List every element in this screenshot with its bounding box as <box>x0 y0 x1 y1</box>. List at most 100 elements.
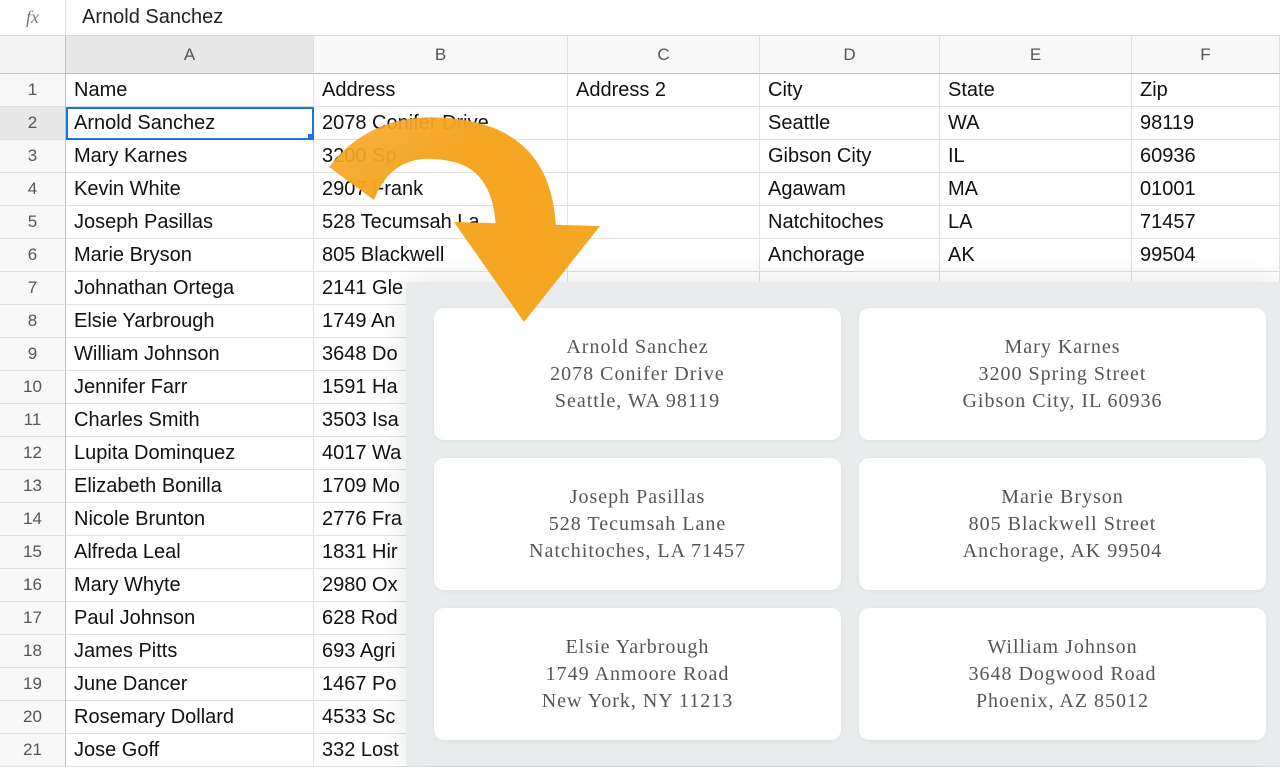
row-header[interactable]: 10 <box>0 371 66 404</box>
cell[interactable]: 528 Tecumsah La <box>314 206 568 239</box>
cell[interactable]: James Pitts <box>66 635 314 668</box>
row-header[interactable]: 8 <box>0 305 66 338</box>
cell[interactable] <box>568 239 760 272</box>
label-name: William Johnson <box>987 634 1137 661</box>
label-name: Elsie Yarbrough <box>566 634 710 661</box>
cell[interactable]: 2078 Conifer Drive <box>314 107 568 140</box>
label-address: 3648 Dogwood Road <box>968 661 1156 688</box>
row-header[interactable]: 18 <box>0 635 66 668</box>
cell[interactable]: Arnold Sanchez <box>66 107 314 140</box>
address-label-card: William Johnson3648 Dogwood RoadPhoenix,… <box>859 608 1266 740</box>
cell[interactable]: WA <box>940 107 1132 140</box>
address-label-card: Marie Bryson805 Blackwell StreetAnchorag… <box>859 458 1266 590</box>
row-header[interactable]: 14 <box>0 503 66 536</box>
row-header[interactable]: 6 <box>0 239 66 272</box>
label-address: 2078 Conifer Drive <box>550 361 725 388</box>
row-header[interactable]: 16 <box>0 569 66 602</box>
cell[interactable]: IL <box>940 140 1132 173</box>
cell[interactable]: Seattle <box>760 107 940 140</box>
row-header[interactable]: 1 <box>0 74 66 107</box>
cell[interactable]: Elsie Yarbrough <box>66 305 314 338</box>
row-header[interactable]: 5 <box>0 206 66 239</box>
col-header-E[interactable]: E <box>940 36 1132 74</box>
cell[interactable]: AK <box>940 239 1132 272</box>
row-header[interactable]: 9 <box>0 338 66 371</box>
cell[interactable]: Mary Karnes <box>66 140 314 173</box>
address-label-card: Mary Karnes3200 Spring StreetGibson City… <box>859 308 1266 440</box>
cell[interactable]: Address 2 <box>568 74 760 107</box>
cell[interactable]: Address <box>314 74 568 107</box>
cell[interactable]: 60936 <box>1132 140 1280 173</box>
cell[interactable]: Jose Goff <box>66 734 314 767</box>
cell[interactable]: Lupita Dominquez <box>66 437 314 470</box>
cell[interactable]: Paul Johnson <box>66 602 314 635</box>
cell[interactable]: 805 Blackwell <box>314 239 568 272</box>
cell[interactable]: Nicole Brunton <box>66 503 314 536</box>
cell[interactable]: Anchorage <box>760 239 940 272</box>
cell[interactable]: MA <box>940 173 1132 206</box>
cell[interactable]: Gibson City <box>760 140 940 173</box>
label-address: 805 Blackwell Street <box>969 511 1157 538</box>
row-header[interactable]: 12 <box>0 437 66 470</box>
cell[interactable]: 01001 <box>1132 173 1280 206</box>
cell[interactable]: LA <box>940 206 1132 239</box>
col-header-F[interactable]: F <box>1132 36 1280 74</box>
address-label-card: Joseph Pasillas528 Tecumsah LaneNatchito… <box>434 458 841 590</box>
select-all-corner[interactable] <box>0 36 66 74</box>
cell[interactable]: Zip <box>1132 74 1280 107</box>
cell[interactable] <box>568 173 760 206</box>
cell[interactable]: Alfreda Leal <box>66 536 314 569</box>
cell[interactable]: June Dancer <box>66 668 314 701</box>
row-header[interactable]: 13 <box>0 470 66 503</box>
cell[interactable]: Natchitoches <box>760 206 940 239</box>
cell[interactable]: Rosemary Dollard <box>66 701 314 734</box>
cell[interactable]: City <box>760 74 940 107</box>
col-header-A[interactable]: A <box>66 36 314 74</box>
formula-bar: fx <box>0 0 1280 36</box>
row-header[interactable]: 21 <box>0 734 66 767</box>
cell[interactable] <box>568 107 760 140</box>
col-header-D[interactable]: D <box>760 36 940 74</box>
cell[interactable]: Joseph Pasillas <box>66 206 314 239</box>
cell[interactable]: Elizabeth Bonilla <box>66 470 314 503</box>
cell[interactable]: Agawam <box>760 173 940 206</box>
col-header-B[interactable]: B <box>314 36 568 74</box>
cell[interactable]: State <box>940 74 1132 107</box>
label-city-state-zip: Gibson City, IL 60936 <box>962 388 1162 415</box>
cell[interactable]: 98119 <box>1132 107 1280 140</box>
row-header[interactable]: 20 <box>0 701 66 734</box>
cell[interactable]: William Johnson <box>66 338 314 371</box>
row-header[interactable]: 15 <box>0 536 66 569</box>
cell[interactable]: Name <box>66 74 314 107</box>
row-header[interactable]: 19 <box>0 668 66 701</box>
cell[interactable]: Charles Smith <box>66 404 314 437</box>
cell[interactable]: 71457 <box>1132 206 1280 239</box>
row-header[interactable]: 4 <box>0 173 66 206</box>
label-name: Arnold Sanchez <box>566 334 708 361</box>
cell[interactable]: Mary Whyte <box>66 569 314 602</box>
address-label-card: Elsie Yarbrough1749 Anmoore RoadNew York… <box>434 608 841 740</box>
cell[interactable]: Jennifer Farr <box>66 371 314 404</box>
label-city-state-zip: New York, NY 11213 <box>542 688 734 715</box>
row-header[interactable]: 17 <box>0 602 66 635</box>
cell[interactable]: 3200 Sp <box>314 140 568 173</box>
col-header-C[interactable]: C <box>568 36 760 74</box>
label-address: 3200 Spring Street <box>979 361 1147 388</box>
label-name: Joseph Pasillas <box>570 484 706 511</box>
cell[interactable]: 2907 Frank <box>314 173 568 206</box>
cell[interactable]: Kevin White <box>66 173 314 206</box>
label-city-state-zip: Natchitoches, LA 71457 <box>529 538 746 565</box>
cell[interactable] <box>568 206 760 239</box>
cell[interactable]: 99504 <box>1132 239 1280 272</box>
cell[interactable] <box>568 140 760 173</box>
row-header[interactable]: 11 <box>0 404 66 437</box>
row-header[interactable]: 7 <box>0 272 66 305</box>
formula-input[interactable] <box>66 0 1280 35</box>
cell[interactable]: Marie Bryson <box>66 239 314 272</box>
cell[interactable]: Johnathan Ortega <box>66 272 314 305</box>
row-header[interactable]: 3 <box>0 140 66 173</box>
fx-icon[interactable]: fx <box>0 0 66 35</box>
row-header[interactable]: 2 <box>0 107 66 140</box>
label-address: 528 Tecumsah Lane <box>549 511 726 538</box>
label-name: Mary Karnes <box>1005 334 1121 361</box>
